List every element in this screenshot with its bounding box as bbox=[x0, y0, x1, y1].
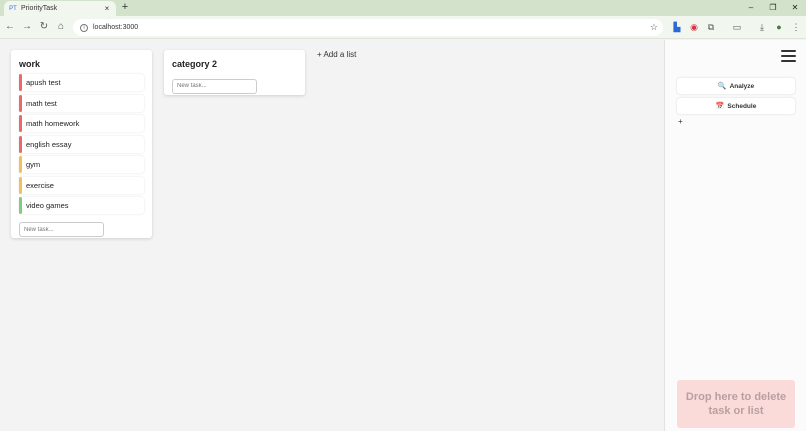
address-bar[interactable]: i localhost:3000 ☆ bbox=[73, 19, 663, 36]
task-label: math homework bbox=[26, 119, 80, 128]
url-text[interactable]: localhost:3000 bbox=[93, 24, 650, 31]
priority-bar bbox=[19, 94, 22, 112]
minimize-button[interactable]: – bbox=[740, 1, 762, 15]
extension-icon[interactable]: ▙ bbox=[671, 21, 683, 33]
extensions-puzzle-icon[interactable]: ⧉ bbox=[705, 21, 717, 33]
tab-title: PriorityTask bbox=[21, 5, 58, 12]
browser-tab[interactable]: PT PriorityTask × bbox=[4, 1, 116, 16]
task-card[interactable]: english essay bbox=[19, 135, 144, 153]
task-card[interactable]: video games bbox=[19, 197, 144, 214]
browser-menu-icon[interactable]: ⋮ bbox=[790, 21, 802, 33]
cast-icon[interactable]: ▭ bbox=[731, 21, 743, 33]
priority-bar bbox=[19, 74, 22, 91]
task-label: gym bbox=[26, 160, 41, 169]
back-icon[interactable]: ← bbox=[3, 20, 17, 34]
forward-icon[interactable]: → bbox=[20, 20, 34, 34]
new-task-input[interactable] bbox=[172, 78, 257, 94]
new-task-input[interactable] bbox=[19, 222, 104, 237]
board: work apush test math test math homework … bbox=[0, 40, 664, 431]
browser-toolbar: ← → ↻ ⌂ i localhost:3000 ☆ ▙ ◉ ⧉ ▭ ⤓ ● ⋮ bbox=[0, 16, 806, 39]
priority-bar bbox=[19, 115, 22, 132]
task-card[interactable]: apush test bbox=[19, 74, 144, 91]
list-title[interactable]: category 2 bbox=[172, 58, 297, 70]
task-card[interactable]: math homework bbox=[19, 115, 144, 132]
bookmark-star-icon[interactable]: ☆ bbox=[650, 22, 658, 33]
schedule-label: Schedule bbox=[727, 102, 757, 110]
task-label: apush test bbox=[26, 78, 61, 87]
favicon-icon: PT bbox=[9, 5, 17, 12]
add-list-button[interactable]: + Add a list bbox=[317, 50, 356, 59]
schedule-button[interactable]: 📅 Schedule bbox=[677, 98, 795, 114]
priority-bar bbox=[19, 197, 22, 214]
add-item-button[interactable]: + bbox=[678, 117, 683, 126]
home-icon[interactable]: ⌂ bbox=[54, 20, 68, 34]
list-category-2[interactable]: category 2 bbox=[164, 50, 305, 95]
new-tab-button[interactable]: + bbox=[119, 1, 131, 14]
task-label: math test bbox=[26, 98, 57, 108]
priority-bar bbox=[19, 135, 22, 153]
record-extension-icon[interactable]: ◉ bbox=[688, 21, 700, 33]
calendar-icon: 📅 bbox=[715, 103, 725, 110]
task-label: english essay bbox=[26, 139, 72, 149]
task-card[interactable]: exercise bbox=[19, 176, 144, 194]
profile-avatar-icon[interactable]: ● bbox=[773, 21, 785, 33]
restore-button[interactable]: ❐ bbox=[762, 1, 784, 15]
analyze-label: Analyze bbox=[729, 82, 755, 90]
task-card[interactable]: math test bbox=[19, 94, 144, 112]
list-work[interactable]: work apush test math test math homework … bbox=[11, 50, 152, 238]
task-label: video games bbox=[26, 201, 69, 210]
tab-bar: PT PriorityTask × + – ❐ ✕ bbox=[0, 0, 806, 16]
delete-dropzone[interactable]: Drop here to delete task or list bbox=[677, 380, 795, 428]
close-window-button[interactable]: ✕ bbox=[784, 1, 806, 15]
hamburger-menu-icon[interactable] bbox=[781, 50, 796, 62]
site-info-icon[interactable]: i bbox=[80, 23, 88, 32]
sidebar: 🔍 Analyze 📅 Schedule + Drop here to dele… bbox=[664, 40, 806, 431]
task-label: exercise bbox=[26, 180, 54, 190]
magnifier-icon: 🔍 bbox=[717, 83, 727, 90]
priority-bar bbox=[19, 176, 22, 194]
list-title[interactable]: work bbox=[19, 58, 144, 70]
task-card[interactable]: gym bbox=[19, 156, 144, 173]
reload-icon[interactable]: ↻ bbox=[37, 20, 51, 34]
tab-close-icon[interactable]: × bbox=[103, 4, 111, 13]
app-root: work apush test math test math homework … bbox=[0, 40, 806, 431]
analyze-button[interactable]: 🔍 Analyze bbox=[677, 78, 795, 94]
download-icon[interactable]: ⤓ bbox=[756, 21, 768, 33]
priority-bar bbox=[19, 156, 22, 173]
